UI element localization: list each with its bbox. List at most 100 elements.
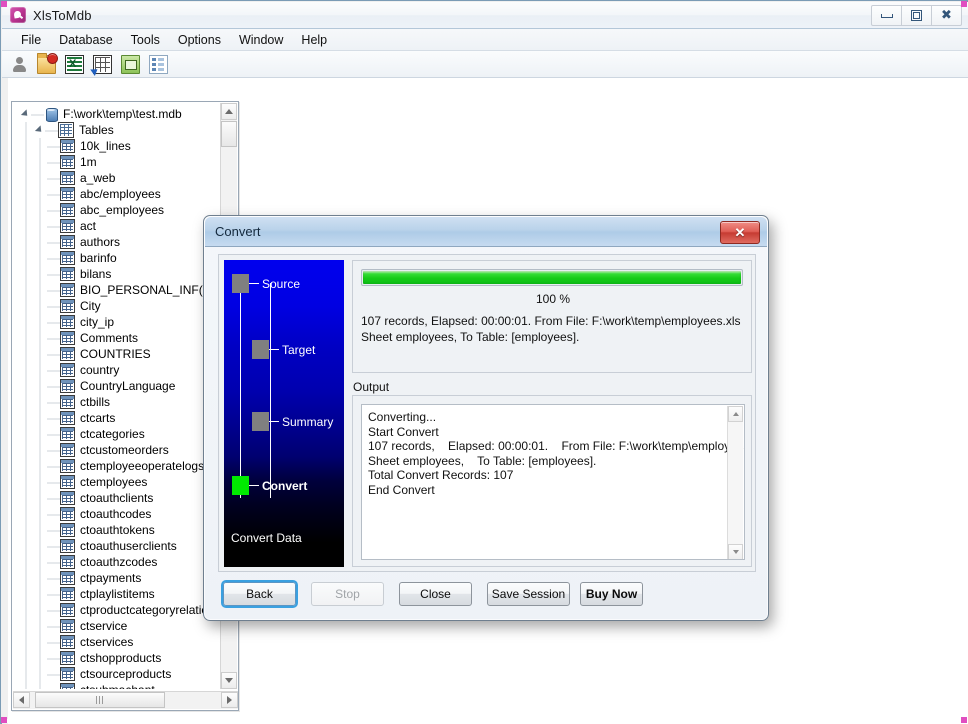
tree-node-table[interactable]: City [19, 298, 222, 314]
menu-tools[interactable]: Tools [122, 30, 169, 50]
tree-node-table[interactable]: ctbills [19, 394, 222, 410]
wizard-step-summary[interactable]: Summary [252, 412, 333, 431]
tree-scroll-up-button[interactable] [221, 103, 237, 120]
tree-line [47, 570, 60, 586]
step-connector [269, 349, 279, 350]
table-icon [60, 331, 75, 345]
tree-indent [19, 394, 33, 410]
menu-database[interactable]: Database [50, 30, 122, 50]
tree-node-table[interactable]: ctproductcategoryrelations [19, 602, 222, 618]
output-scroll-up-button[interactable] [728, 406, 743, 422]
table-icon [60, 539, 75, 553]
tree-node-table[interactable]: CountryLanguage [19, 378, 222, 394]
table-icon [60, 507, 75, 521]
tree-scroll-left-button[interactable] [13, 692, 30, 708]
tree-root-node[interactable]: F:\work\temp\test.mdb [19, 106, 222, 122]
tree-node-table[interactable]: ctemployees [19, 474, 222, 490]
menu-file[interactable]: File [12, 30, 50, 50]
tree-node-table[interactable]: abc/employees [19, 186, 222, 202]
output-scroll-down-button[interactable] [728, 544, 743, 560]
tree-indent [33, 138, 47, 154]
tree-node-table[interactable]: ctpayments [19, 570, 222, 586]
dialog-close-button[interactable]: ✕ [720, 221, 760, 244]
tree-node-table[interactable]: ctcarts [19, 410, 222, 426]
output-vertical-scrollbar[interactable] [727, 406, 743, 560]
tree-node-table[interactable]: ctservice [19, 618, 222, 634]
tree-node-table[interactable]: bilans [19, 266, 222, 282]
tree-node-table[interactable]: 1m [19, 154, 222, 170]
back-button[interactable]: Back [223, 582, 296, 606]
menu-help[interactable]: Help [292, 30, 336, 50]
tree-node-table[interactable]: 10k_lines [19, 138, 222, 154]
close-dialog-button[interactable]: Close [399, 582, 472, 606]
wizard-steps-footer: Convert Data [231, 531, 302, 545]
tree-node-table[interactable]: ctemployeeoperatelogs [19, 458, 222, 474]
save-session-button[interactable]: Save Session [487, 582, 570, 606]
tree-indent [33, 538, 47, 554]
tree-node-table[interactable]: ctoauthzcodes [19, 554, 222, 570]
expander-icon[interactable] [19, 110, 31, 118]
output-log-text: Converting... Start Convert 107 records,… [362, 405, 744, 502]
tree-node-table[interactable]: a_web [19, 170, 222, 186]
corner-artifact-tr [961, 1, 967, 7]
tree-indent [19, 154, 33, 170]
list-report-icon[interactable] [149, 55, 168, 74]
tree-line [47, 362, 60, 378]
tree-node-table[interactable]: ctshopproducts [19, 650, 222, 666]
tree-node-table[interactable]: ctplaylistitems [19, 586, 222, 602]
tree-scroll-thumb[interactable] [221, 121, 237, 147]
tree-node-table[interactable]: ctcategories [19, 426, 222, 442]
tree-node-table[interactable]: abc_employees [19, 202, 222, 218]
tree-node-table[interactable]: authors [19, 234, 222, 250]
tree-line [47, 458, 60, 474]
tree-scroll-right-button[interactable] [221, 692, 238, 708]
tree-node-table[interactable]: COUNTRIES [19, 346, 222, 362]
tree-node-table[interactable]: ctsourceproducts [19, 666, 222, 682]
tree-node-table[interactable]: ctsubmachant [19, 682, 222, 689]
tree-indent [33, 154, 47, 170]
tree-node-label: bilans [79, 267, 111, 281]
tree-hscroll-thumb[interactable] [35, 692, 165, 708]
tree-node-tables[interactable]: Tables [19, 122, 222, 138]
tree-node-table[interactable]: ctoauthcodes [19, 506, 222, 522]
wizard-step-source[interactable]: Source [232, 274, 300, 293]
tree-indent [19, 618, 33, 634]
wizard-step-convert[interactable]: Convert [232, 476, 307, 495]
tree-node-table[interactable]: act [19, 218, 222, 234]
table-grid-icon[interactable] [93, 55, 112, 74]
output-log[interactable]: Converting... Start Convert 107 records,… [361, 404, 745, 560]
tree-node-table[interactable]: BIO_PERSONAL_INF( [19, 282, 222, 298]
tree-indent [19, 250, 33, 266]
wizard-step-target[interactable]: Target [252, 340, 315, 359]
mdi-client-area: F:\work\temp\test.mdbTables10k_lines1ma_… [2, 78, 968, 724]
tree-line [47, 554, 60, 570]
buy-now-button[interactable]: Buy Now [580, 582, 643, 606]
tree-node-table[interactable]: ctcustomeorders [19, 442, 222, 458]
tree-node-table[interactable]: Comments [19, 330, 222, 346]
tree-node-table[interactable]: barinfo [19, 250, 222, 266]
tree-node-table[interactable]: ctoauthuserclients [19, 538, 222, 554]
wizard-steps-panel: Source Target Summary [224, 260, 344, 567]
expander-icon[interactable] [33, 126, 45, 134]
window-green-icon[interactable] [121, 55, 140, 74]
tree-node-table[interactable]: ctservices [19, 634, 222, 650]
tree-node-table[interactable]: ctoauthtokens [19, 522, 222, 538]
close-button[interactable]: ✖ [931, 5, 962, 26]
excel-sheet-icon[interactable] [65, 55, 84, 74]
stop-button[interactable]: Stop [311, 582, 384, 606]
minimize-button[interactable] [871, 5, 902, 26]
tree-horizontal-scrollbar[interactable] [13, 691, 238, 709]
folder-stop-icon[interactable] [37, 55, 56, 74]
tree-scroll-down-button[interactable] [221, 672, 237, 689]
tree-node-table[interactable]: country [19, 362, 222, 378]
menu-options[interactable]: Options [169, 30, 230, 50]
table-icon [60, 235, 75, 249]
menu-window[interactable]: Window [230, 30, 292, 50]
table-icon [60, 443, 75, 457]
tree-indent [19, 474, 33, 490]
tree-node-table[interactable]: ctoauthclients [19, 490, 222, 506]
maximize-button[interactable] [901, 5, 932, 26]
user-icon[interactable] [11, 56, 28, 73]
tree-node-table[interactable]: city_ip [19, 314, 222, 330]
tree-indent [19, 426, 33, 442]
